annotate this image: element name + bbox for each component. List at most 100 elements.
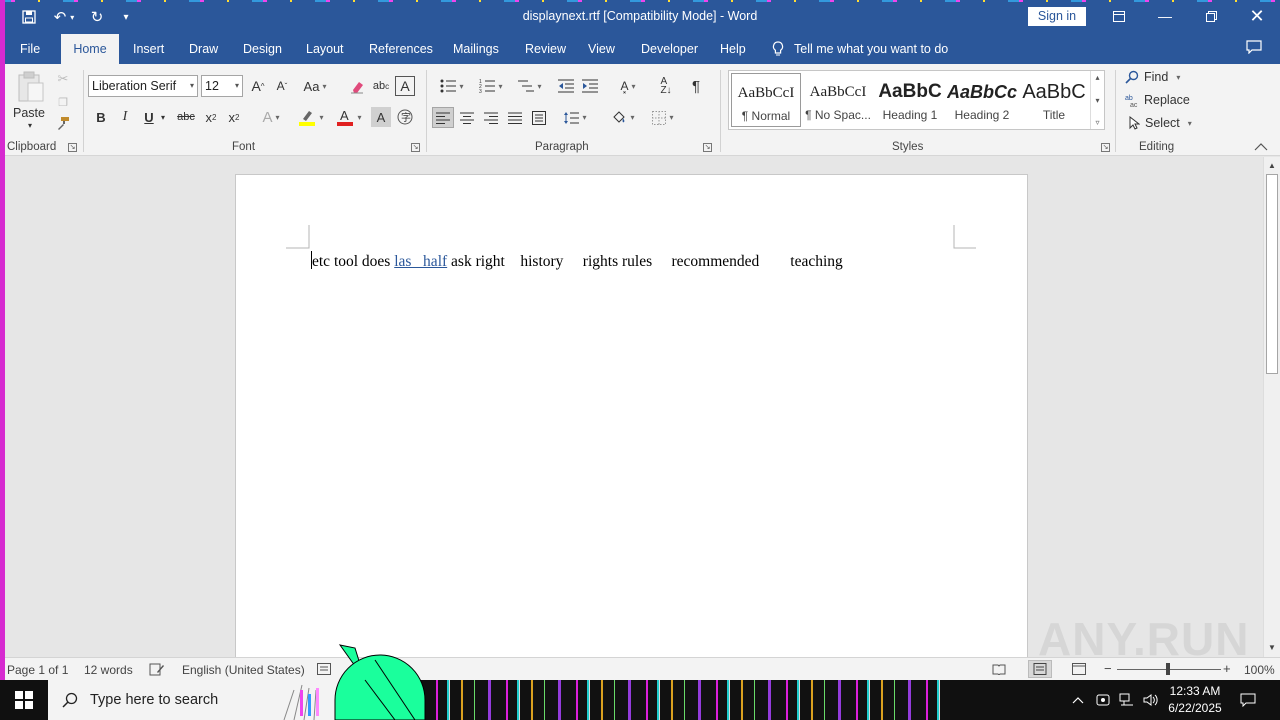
clipboard-launcher-icon[interactable]: ↘ bbox=[68, 143, 77, 152]
text-run-link[interactable]: las half bbox=[394, 253, 447, 270]
scroll-up-icon[interactable]: ▲ bbox=[1264, 159, 1280, 173]
sort-icon[interactable]: A Z↓ bbox=[656, 76, 676, 96]
print-layout-icon[interactable] bbox=[1028, 660, 1052, 678]
ribbon-display-options-icon[interactable] bbox=[1096, 0, 1142, 32]
italic-button[interactable]: I bbox=[115, 107, 135, 127]
underline-dropdown-icon[interactable]: ▾ bbox=[158, 107, 168, 127]
highlight-color-icon[interactable]: ▾ bbox=[293, 107, 329, 127]
save-icon[interactable] bbox=[18, 6, 40, 28]
clear-formatting-icon[interactable] bbox=[347, 76, 367, 96]
styles-scroll[interactable]: ▴ ▾ ▿ bbox=[1090, 71, 1104, 129]
numbering-icon[interactable]: 1 2 3 ▾ bbox=[474, 76, 508, 96]
paste-button[interactable]: Paste bbox=[11, 106, 47, 120]
word-count[interactable]: 12 words bbox=[84, 663, 133, 677]
style-no-spacing[interactable]: AaBbCcI ¶ No Spac... bbox=[803, 73, 873, 127]
web-layout-icon[interactable] bbox=[1072, 663, 1086, 678]
font-name-input[interactable]: Liberation Serif ▾ bbox=[88, 75, 198, 97]
sign-in-button[interactable]: Sign in bbox=[1028, 7, 1086, 26]
line-spacing-icon[interactable]: ▾ bbox=[558, 107, 592, 128]
style-heading-1[interactable]: AaBbC Heading 1 bbox=[875, 73, 945, 127]
font-color-icon[interactable]: A ▾ bbox=[331, 107, 367, 127]
tab-file[interactable]: File bbox=[10, 34, 50, 64]
show-formatting-marks-icon[interactable]: ¶ bbox=[686, 76, 706, 96]
zoom-slider-thumb[interactable] bbox=[1166, 663, 1170, 675]
superscript-icon[interactable]: x2 bbox=[224, 107, 244, 127]
shrink-font-icon[interactable]: Aˇ bbox=[272, 76, 292, 96]
meet-now-icon[interactable] bbox=[1092, 680, 1114, 720]
character-border-icon[interactable]: A bbox=[395, 76, 415, 96]
proofing-icon[interactable] bbox=[149, 663, 165, 679]
zoom-in-icon[interactable]: + bbox=[1223, 661, 1231, 676]
notifications-icon[interactable] bbox=[1236, 680, 1260, 720]
tab-view[interactable]: View bbox=[578, 34, 625, 64]
minimize-button[interactable]: — bbox=[1142, 0, 1188, 32]
tab-review[interactable]: Review bbox=[515, 34, 576, 64]
font-size-input[interactable]: 12 ▾ bbox=[201, 75, 243, 97]
zoom-out-icon[interactable]: − bbox=[1104, 661, 1112, 676]
shading-icon[interactable]: ▾ bbox=[606, 107, 640, 128]
styles-launcher-icon[interactable]: ↘ bbox=[1101, 143, 1110, 152]
collapse-ribbon-icon[interactable] bbox=[1254, 140, 1268, 154]
zoom-level[interactable]: 100% bbox=[1244, 663, 1275, 677]
windows-start-icon[interactable] bbox=[0, 680, 48, 720]
font-launcher-icon[interactable]: ↘ bbox=[411, 143, 420, 152]
more-styles-icon[interactable]: ▿ bbox=[1095, 118, 1099, 127]
subscript-icon[interactable]: x2 bbox=[201, 107, 221, 127]
paste-icon[interactable] bbox=[13, 70, 49, 104]
taskbar-search-box[interactable]: Type here to search bbox=[48, 680, 344, 720]
style-heading-2[interactable]: AaBbCc Heading 2 bbox=[947, 73, 1017, 127]
format-painter-icon[interactable] bbox=[53, 114, 73, 132]
document-text[interactable]: etc tool does las half ask right history… bbox=[311, 251, 843, 271]
decrease-indent-icon[interactable] bbox=[556, 76, 576, 96]
phonetic-guide-icon[interactable]: ab c bbox=[371, 76, 391, 96]
asian-layout-icon[interactable]: A͓ ▾ bbox=[611, 76, 645, 96]
text-effects-icon[interactable]: A ▾ bbox=[255, 107, 287, 127]
grow-font-icon[interactable]: A ^ bbox=[248, 76, 268, 96]
distributed-icon[interactable] bbox=[529, 107, 549, 128]
change-case-button[interactable]: Aa ▾ bbox=[299, 76, 331, 96]
restore-button[interactable] bbox=[1188, 0, 1234, 32]
bold-button[interactable]: B bbox=[91, 107, 111, 127]
tab-design[interactable]: Design bbox=[233, 34, 292, 64]
chevron-up-icon[interactable]: ▴ bbox=[1095, 73, 1099, 82]
copy-icon[interactable]: ❐ bbox=[53, 93, 73, 111]
undo-icon[interactable]: ↶ ▾ bbox=[48, 6, 80, 28]
tab-references[interactable]: References bbox=[359, 34, 443, 64]
network-icon[interactable] bbox=[1116, 680, 1138, 720]
cut-icon[interactable]: ✂ bbox=[53, 70, 73, 88]
justify-icon[interactable] bbox=[505, 107, 525, 128]
page-count[interactable]: Page 1 of 1 bbox=[7, 663, 68, 677]
customize-quick-access-icon[interactable]: ▾ bbox=[118, 6, 134, 28]
tab-draw[interactable]: Draw bbox=[179, 34, 228, 64]
paste-dropdown-icon[interactable]: ▾ bbox=[23, 120, 37, 130]
language-indicator[interactable]: English (United States) bbox=[182, 663, 305, 677]
show-hidden-icons-icon[interactable] bbox=[1068, 680, 1088, 720]
align-center-icon[interactable] bbox=[457, 107, 477, 128]
vertical-scrollbar[interactable]: ▲ ▼ bbox=[1263, 157, 1280, 657]
increase-indent-icon[interactable] bbox=[580, 76, 600, 96]
style-title[interactable]: AaBbC Title bbox=[1019, 73, 1089, 127]
tab-developer[interactable]: Developer bbox=[631, 34, 708, 64]
comments-icon[interactable] bbox=[1246, 40, 1262, 58]
align-right-icon[interactable] bbox=[481, 107, 501, 128]
close-button[interactable]: ✕ bbox=[1234, 0, 1280, 32]
read-mode-icon[interactable] bbox=[992, 663, 1006, 678]
taskbar-clock[interactable]: 12:33 AM 6/22/2025 bbox=[1160, 683, 1230, 717]
tell-me-search[interactable]: Tell me what you want to do bbox=[772, 34, 948, 64]
document-canvas[interactable]: etc tool does las half ask right history… bbox=[5, 157, 1263, 657]
underline-button[interactable]: U bbox=[139, 107, 159, 127]
find-button[interactable]: Find ▾ bbox=[1125, 70, 1180, 84]
tab-mailings[interactable]: Mailings bbox=[443, 34, 509, 64]
tab-insert[interactable]: Insert bbox=[123, 34, 174, 64]
redo-icon[interactable]: ↻ bbox=[86, 6, 108, 28]
scroll-down-icon[interactable]: ▼ bbox=[1264, 641, 1280, 655]
tab-help[interactable]: Help bbox=[710, 34, 756, 64]
replace-button[interactable]: ab ac Replace bbox=[1125, 93, 1190, 107]
chevron-down-icon[interactable]: ▾ bbox=[1095, 96, 1099, 105]
volume-icon[interactable] bbox=[1140, 680, 1162, 720]
select-button[interactable]: Select ▾ bbox=[1128, 116, 1192, 130]
style-normal[interactable]: AaBbCcI ¶ Normal bbox=[731, 73, 801, 127]
strikethrough-button[interactable]: abc bbox=[175, 107, 197, 127]
tab-home[interactable]: Home bbox=[61, 34, 119, 64]
tab-layout[interactable]: Layout bbox=[296, 34, 354, 64]
